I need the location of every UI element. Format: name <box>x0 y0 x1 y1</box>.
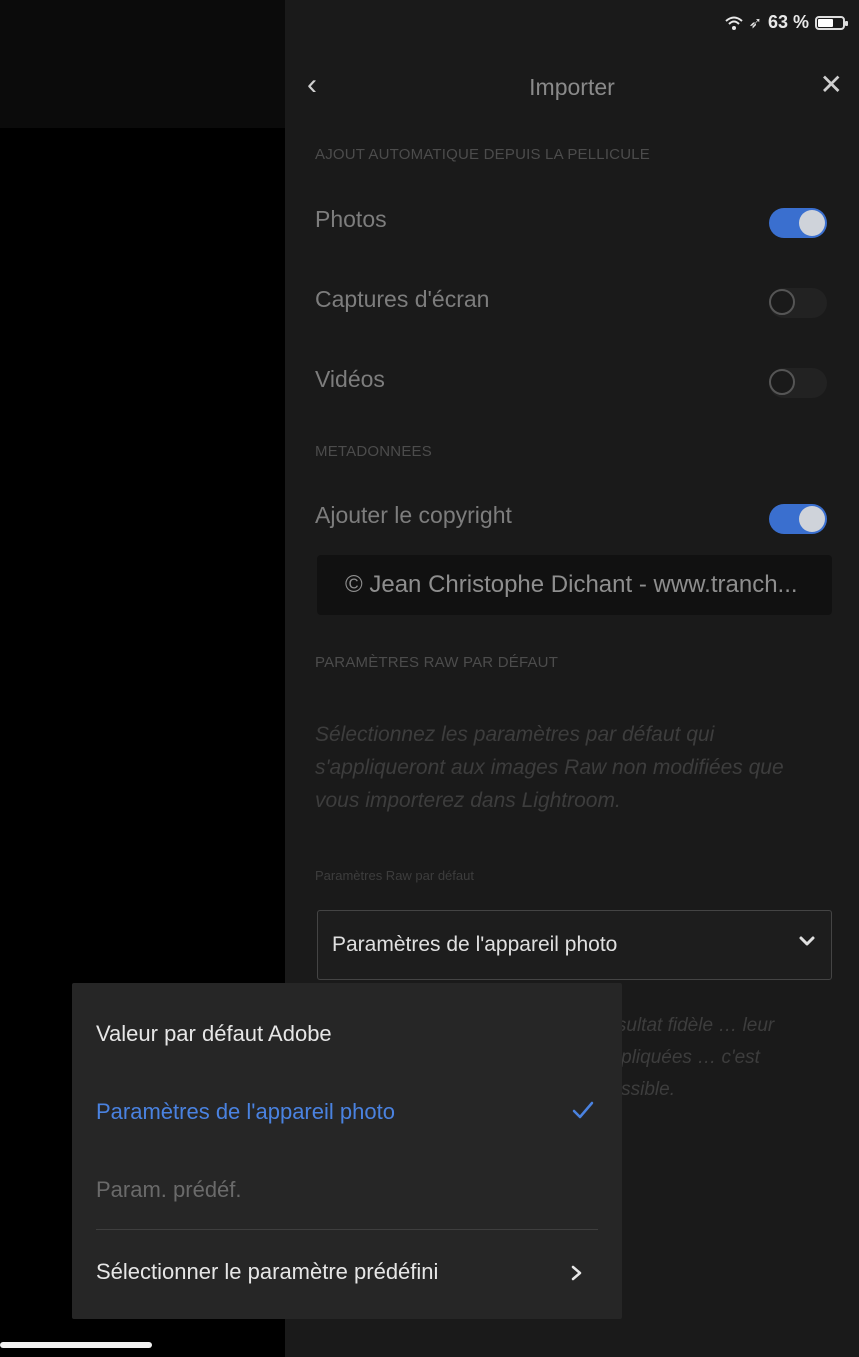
home-indicator[interactable] <box>0 1342 152 1348</box>
raw-defaults-select-value: Paramètres de l'appareil photo <box>332 933 618 956</box>
battery-percentage: 63 % <box>767 12 809 32</box>
status-bar: ➶ 63 % <box>724 12 848 33</box>
row-label-videos: Vidéos <box>315 366 385 392</box>
chevron-down-icon <box>799 936 815 946</box>
wifi-icon <box>724 16 743 30</box>
toggle-copyright[interactable] <box>769 504 827 534</box>
raw-defaults-select[interactable]: Paramètres de l'appareil photo <box>317 910 832 980</box>
checkmark-icon <box>572 1101 594 1119</box>
menu-divider <box>96 1229 598 1230</box>
partially-hidden-help-text: résultat fidèle … leur appliquées … c'es… <box>600 1015 775 1100</box>
menu-item-select-preset[interactable]: Sélectionner le paramètre prédéfini <box>96 1245 596 1301</box>
toggle-screenshots[interactable] <box>769 288 827 318</box>
battery-icon <box>815 15 848 30</box>
section-label-auto-add: AJOUT AUTOMATIQUE DEPUIS LA PELLICULE <box>315 146 650 163</box>
toggle-photos[interactable] <box>769 208 827 238</box>
toggle-videos[interactable] <box>769 368 827 398</box>
close-icon[interactable]: ✕ <box>820 70 843 100</box>
copyright-input[interactable]: © Jean Christophe Dichant - www.tranch..… <box>317 555 832 615</box>
menu-item-label: Sélectionner le paramètre prédéfini <box>96 1259 439 1284</box>
row-copyright: Ajouter le copyright <box>315 492 835 542</box>
background-pane-top <box>0 0 285 128</box>
raw-defaults-small-label: Paramètres Raw par défaut <box>315 868 474 883</box>
menu-item-label: Paramètres de l'appareil photo <box>96 1099 395 1124</box>
row-screenshots: Captures d'écran <box>315 276 835 326</box>
menu-item-label: Param. prédéf. <box>96 1177 242 1202</box>
menu-item-adobe-default[interactable]: Valeur par défaut Adobe <box>96 1007 596 1063</box>
raw-defaults-menu: Valeur par défaut Adobe Paramètres de l'… <box>72 983 622 1319</box>
row-photos: Photos <box>315 196 835 246</box>
row-label-copyright: Ajouter le copyright <box>315 502 512 528</box>
menu-item-presets: Param. prédéf. <box>96 1163 596 1219</box>
location-arrow-icon: ➶ <box>748 14 762 32</box>
panel-header: ‹ Importer ✕ <box>285 56 859 116</box>
row-videos: Vidéos <box>315 356 835 406</box>
row-label-photos: Photos <box>315 206 387 232</box>
chevron-right-icon <box>571 1265 582 1281</box>
section-label-metadata: METADONNEES <box>315 443 432 460</box>
menu-item-label: Valeur par défaut Adobe <box>96 1021 332 1046</box>
raw-defaults-description: Sélectionnez les paramètres par défaut q… <box>315 723 784 812</box>
section-label-raw-defaults: PARAMÈTRES RAW PAR DÉFAUT <box>315 654 559 671</box>
battery-fill <box>818 18 833 27</box>
row-label-screenshots: Captures d'écran <box>315 286 490 312</box>
page-title: Importer <box>529 74 615 100</box>
menu-item-camera-settings[interactable]: Paramètres de l'appareil photo <box>96 1085 596 1141</box>
